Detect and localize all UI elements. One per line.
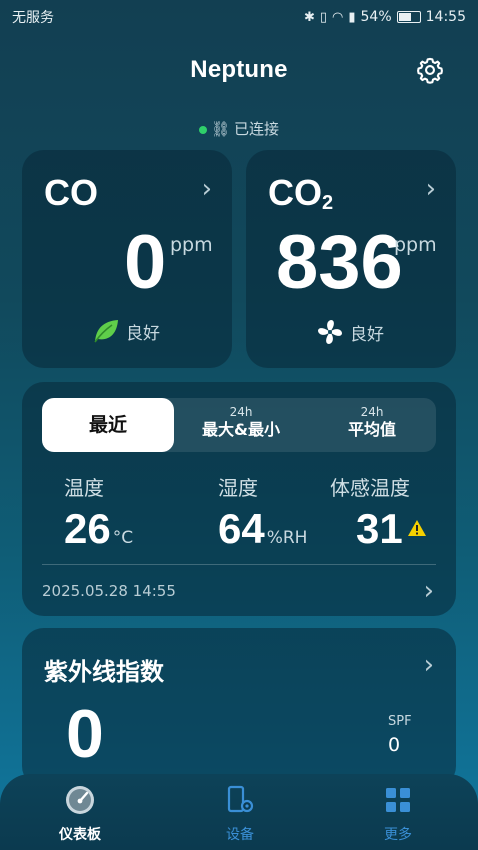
co-title: CO: [44, 172, 98, 213]
status-icons: ✱ ▯ ◠ ▮ 54% 14:55: [304, 9, 466, 25]
page-title: Neptune: [190, 56, 288, 83]
vibrate-icon: ▯: [319, 9, 328, 25]
co2-quality: 良好: [316, 318, 384, 346]
co2-title: CO2: [268, 172, 333, 215]
feels-like-value: 31: [356, 504, 427, 554]
status-bar: 无服务 ✱ ▯ ◠ ▮ 54% 14:55: [0, 0, 478, 34]
co2-quality-label: 良好: [350, 324, 384, 345]
uv-title: 紫外线指数: [44, 658, 164, 686]
tab-24h-average[interactable]: 24h 平均值: [308, 398, 436, 452]
speedometer-icon: [66, 786, 94, 814]
humidity-label: 湿度: [218, 476, 258, 500]
battery-percent: 54%: [360, 9, 392, 25]
temperature-number: 26: [64, 505, 111, 552]
uv-card[interactable]: 紫外线指数 › 0 SPF 0: [22, 628, 456, 788]
temperature-value: 26 °C: [64, 504, 133, 563]
device-icon: [227, 785, 254, 813]
co-quality: 良好: [92, 318, 160, 344]
nav-more-label: 更多: [384, 827, 412, 843]
bottom-navigation: 仪表板 设备 更多: [0, 774, 478, 850]
humidity-number: 64: [218, 505, 265, 552]
leaf-icon: [94, 320, 118, 343]
warning-icon: [407, 520, 426, 536]
humidity-value: 64 %RH: [218, 504, 307, 563]
carrier-text: 无服务: [12, 10, 54, 26]
co2-card[interactable]: CO2 › 836 ppm 良好: [246, 150, 456, 368]
battery-saver-icon: ▮: [348, 9, 356, 25]
tab-avg-label: 平均值: [347, 420, 396, 439]
clock: 14:55: [425, 9, 466, 25]
co2-unit: ppm: [394, 234, 437, 256]
period-segmented-control: 最近 24h 最大&最小 24h 平均值: [42, 398, 436, 452]
chevron-right-icon: ›: [201, 174, 212, 204]
uv-value: 0: [66, 696, 104, 772]
nav-dashboard-label: 仪表板: [59, 827, 101, 843]
co-card[interactable]: CO › 0 ppm 良好: [22, 150, 232, 368]
tab-24h-max-min[interactable]: 24h 最大&最小: [174, 398, 308, 452]
app-header: Neptune: [0, 50, 478, 90]
chevron-right-icon: ›: [423, 650, 434, 680]
link-icon: ⛓: [210, 120, 231, 138]
feels-like-label: 体感温度: [330, 476, 410, 500]
tab-max-min-label: 最大&最小: [202, 420, 280, 439]
connection-text: 已连接: [234, 120, 280, 138]
co-unit: ppm: [170, 234, 213, 256]
temperature-label: 温度: [64, 476, 104, 500]
bluetooth-icon: ✱: [303, 9, 315, 25]
tab-recent[interactable]: 最近: [42, 398, 174, 452]
humidity-unit: %RH: [266, 528, 308, 548]
co2-title-main: CO: [268, 172, 322, 213]
fan-icon: [318, 320, 342, 344]
tab-max-min-period: 24h: [229, 405, 253, 419]
co2-title-sub: 2: [322, 192, 334, 214]
grid-icon: [386, 788, 410, 812]
connection-status: ⛓ 已连接: [0, 118, 478, 139]
battery-icon: [396, 11, 421, 23]
co-quality-label: 良好: [126, 323, 160, 344]
nav-dashboard[interactable]: 仪表板: [30, 784, 130, 844]
co2-value: 836: [276, 220, 403, 305]
nav-devices-label: 设备: [226, 827, 254, 843]
spf-value: 0: [388, 734, 401, 756]
nav-more[interactable]: 更多: [348, 784, 448, 844]
chevron-right-icon: ›: [425, 174, 436, 204]
wifi-icon: ◠: [332, 9, 344, 25]
gear-icon[interactable]: [416, 56, 444, 84]
divider: [42, 564, 436, 565]
tab-avg-period: 24h: [360, 405, 384, 419]
last-updated-timestamp: 2025.05.28 14:55: [42, 582, 176, 600]
spf-label: SPF: [388, 714, 412, 729]
feels-like-number: 31: [356, 505, 403, 552]
nav-devices[interactable]: 设备: [190, 784, 290, 844]
temperature-unit: °C: [112, 528, 134, 548]
connected-dot: [198, 125, 207, 134]
climate-card: 最近 24h 最大&最小 24h 平均值 温度 26 °C 湿度 64 %RH 体感…: [22, 382, 456, 616]
co-value: 0: [124, 220, 167, 305]
chevron-right-icon[interactable]: ›: [424, 576, 434, 606]
